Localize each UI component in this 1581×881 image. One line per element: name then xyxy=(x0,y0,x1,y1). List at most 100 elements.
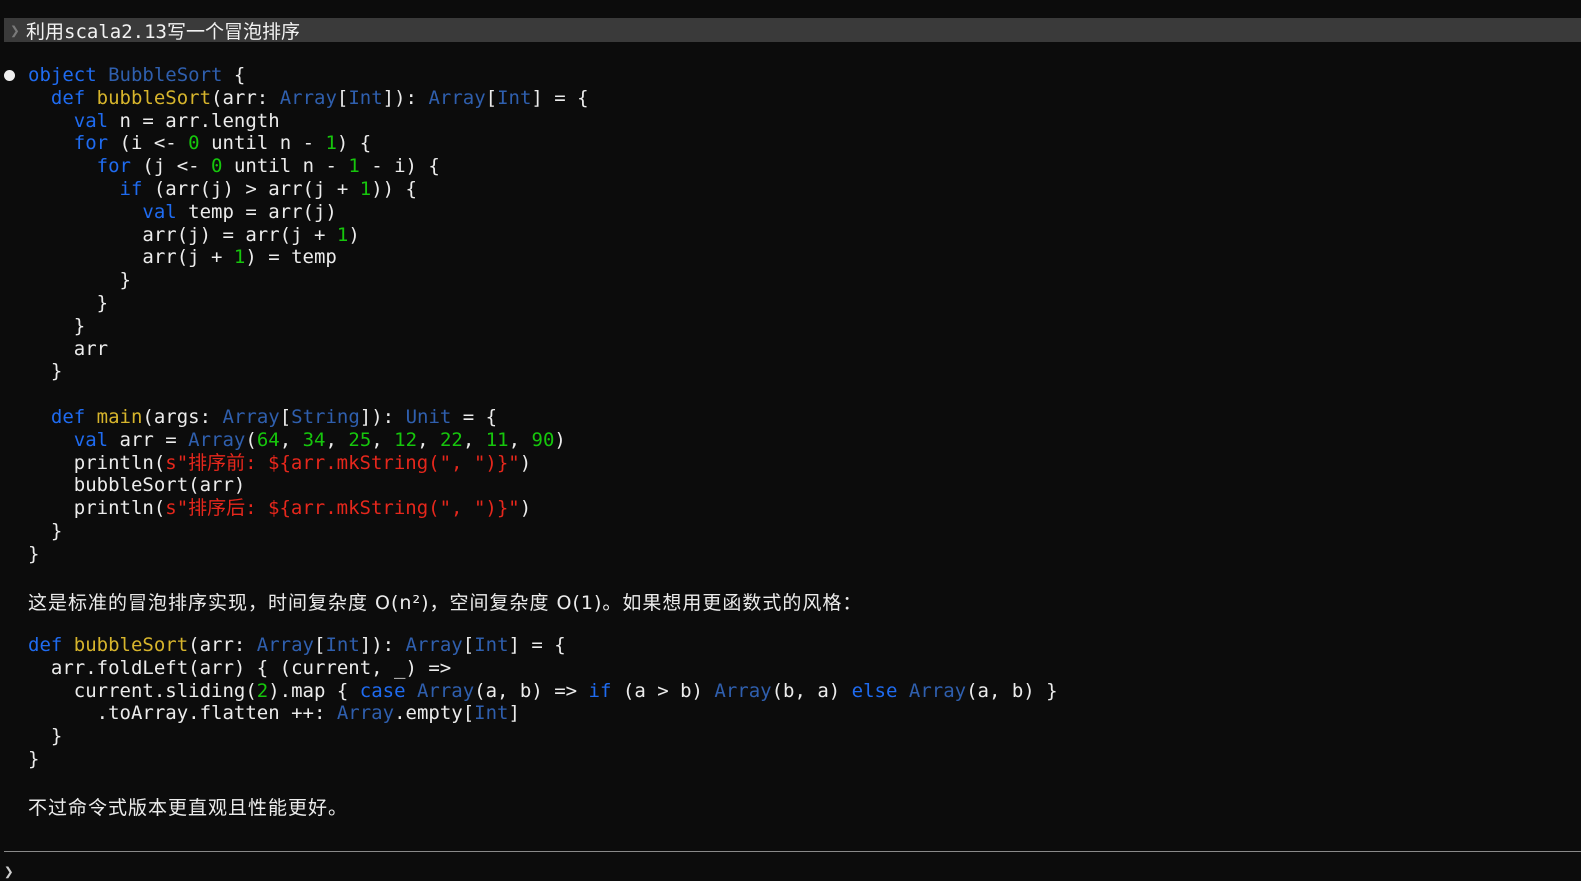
input-divider xyxy=(4,851,1581,852)
prompt-text: 利用scala2.13写一个冒泡排序 xyxy=(26,20,300,43)
code-token: if xyxy=(119,177,143,200)
code-line: arr xyxy=(28,338,589,361)
code-line: object BubbleSort { xyxy=(28,64,589,87)
code-token: 1 xyxy=(348,155,360,178)
code-line: } xyxy=(28,269,589,292)
code-line: val n = arr.length xyxy=(28,110,589,133)
code-line: def main(args: Array[String]): Unit = { xyxy=(28,406,589,429)
conclusion-text: 不过命令式版本更直观且性能更好。 xyxy=(28,797,349,819)
code-token: ) = temp xyxy=(245,246,337,269)
code-token: Int xyxy=(474,702,509,725)
code-token: 90 xyxy=(531,428,555,451)
code-line: } xyxy=(28,315,589,338)
code-token: Int xyxy=(497,86,532,109)
input-prompt-chevron-icon[interactable]: ❯ xyxy=(4,862,14,881)
code-block-imperative: object BubbleSort { def bubbleSort(arr: … xyxy=(28,64,589,566)
code-token: object xyxy=(28,64,109,86)
code-token: arr(j + xyxy=(28,246,234,269)
code-token: (a > b) xyxy=(611,679,715,702)
code-token: Int xyxy=(348,86,383,109)
code-token: ] xyxy=(508,702,520,725)
code-token: Array xyxy=(428,86,486,109)
code-token: bubbleSort(arr) xyxy=(28,474,246,497)
code-line: arr(j) = arr(j + 1) xyxy=(28,224,589,247)
code-block-functional: def bubbleSort(arr: Array[Int]): Array[I… xyxy=(28,634,1058,771)
code-token: } xyxy=(28,542,40,565)
code-token: Array xyxy=(405,634,463,656)
code-token: Array xyxy=(416,679,475,702)
code-token: ] = { xyxy=(508,634,566,656)
code-token: Array xyxy=(336,702,395,725)
code-token: 0 xyxy=(188,132,200,155)
code-token: 12 xyxy=(394,428,418,451)
code-line: if (arr(j) > arr(j + 1)) { xyxy=(28,178,589,201)
code-line: println(s"排序前: ${arr.mkString(", ")}") xyxy=(28,452,589,475)
code-token: bubbleSort xyxy=(96,86,212,109)
chevron-right-icon: ❯ xyxy=(10,20,20,40)
code-line: } xyxy=(28,292,589,315)
code-token: 1 xyxy=(325,132,337,155)
code-token: if xyxy=(588,679,612,702)
code-token: println( xyxy=(28,497,166,520)
code-line: println(s"排序后: ${arr.mkString(", ")}") xyxy=(28,497,589,520)
code-line: def bubbleSort(arr: Array[Int]): Array[I… xyxy=(28,634,1058,657)
code-token: def xyxy=(28,634,74,656)
code-line: } xyxy=(28,520,589,543)
code-line: .toArray.flatten ++: Array.empty[Int] xyxy=(28,702,1058,725)
code-line: } xyxy=(28,543,589,566)
explanation-text: 这是标准的冒泡排序实现，时间复杂度 O(n²)，空间复杂度 O(1)。如果想用更… xyxy=(28,592,863,614)
code-token: (a, b) => xyxy=(474,679,589,702)
code-token: String xyxy=(291,405,360,428)
code-token: (arr: xyxy=(188,634,257,656)
code-token: n = arr.length xyxy=(108,109,280,132)
code-line: for (i <- 0 until n - 1) { xyxy=(28,132,589,155)
code-line: for (j <- 0 until n - 1 - i) { xyxy=(28,155,589,178)
code-token: 34 xyxy=(302,428,326,451)
code-line: } xyxy=(28,360,589,383)
code-token: Unit xyxy=(405,405,452,428)
code-token: Array xyxy=(714,679,772,702)
code-token: 1 xyxy=(233,246,246,269)
code-token: .toArray.flatten ++: xyxy=(28,702,337,725)
code-token: } xyxy=(28,269,131,292)
code-token: 22 xyxy=(439,428,463,451)
code-token: , xyxy=(417,428,440,451)
code-token: def xyxy=(50,405,97,428)
code-token: , xyxy=(325,428,349,451)
code-token: Array xyxy=(222,405,280,428)
code-token: println( xyxy=(28,451,166,474)
code-token: } xyxy=(28,725,63,748)
code-token: [ xyxy=(485,86,498,109)
code-token: , xyxy=(508,428,532,451)
code-token: } xyxy=(28,747,40,770)
code-token: (a, b) } xyxy=(966,679,1058,702)
code-token: [ xyxy=(314,634,326,656)
code-token: arr xyxy=(28,337,109,360)
code-token: ( xyxy=(245,428,257,451)
code-token: arr(j) = arr(j + xyxy=(28,223,337,246)
code-token: (arr(j) > arr(j + xyxy=(142,177,360,200)
code-token: [ xyxy=(336,86,349,109)
code-token: ) xyxy=(554,428,566,451)
code-token: ).map { xyxy=(268,679,360,702)
code-token: Array xyxy=(908,679,967,702)
code-token: ]): xyxy=(359,634,406,656)
code-token: { xyxy=(222,64,246,86)
code-token: Array xyxy=(256,634,314,656)
code-token: BubbleSort xyxy=(108,64,223,86)
code-token: ] = { xyxy=(531,86,589,109)
code-token: current.sliding( xyxy=(28,679,257,702)
code-token: ]): xyxy=(359,405,406,428)
code-line: } xyxy=(28,748,1058,771)
code-token: (arr: xyxy=(211,86,280,109)
code-line: val temp = arr(j) xyxy=(28,201,589,224)
code-token: main xyxy=(96,405,143,428)
code-token: , xyxy=(279,428,303,451)
code-token: [ xyxy=(279,405,292,428)
code-token: until n - xyxy=(222,155,349,178)
bullet-icon xyxy=(4,70,15,81)
code-token: , xyxy=(462,428,486,451)
